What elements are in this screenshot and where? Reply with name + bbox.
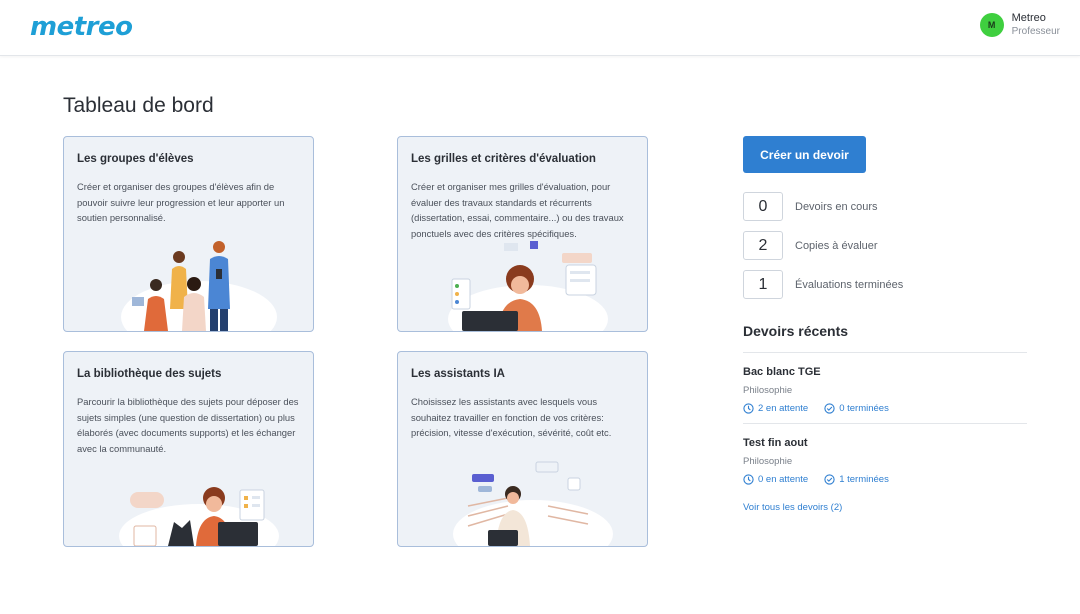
- pending-count: 2 en attente: [758, 403, 809, 414]
- stat-value: 2: [743, 231, 783, 260]
- create-homework-button[interactable]: Créer un devoir: [743, 136, 866, 173]
- stat-homework-in-progress[interactable]: 0 Devoirs en cours: [743, 192, 878, 221]
- check-circle-icon: [824, 474, 835, 485]
- homework-title: Test fin aout: [743, 437, 808, 449]
- user-menu[interactable]: M Metreo Professeur: [979, 12, 1060, 38]
- stat-label: Évaluations terminées: [795, 278, 904, 291]
- divider: [743, 352, 1027, 353]
- card-subject-library[interactable]: La bibliothèque des sujets Parcourir la …: [63, 351, 314, 547]
- card-title: Les groupes d'élèves: [77, 153, 194, 165]
- library-illustration-icon: [119, 487, 279, 546]
- homework-subject: Philosophie: [743, 456, 793, 467]
- divider: [743, 423, 1027, 424]
- clock-icon: [743, 403, 754, 414]
- homework-subject: Philosophie: [743, 385, 793, 396]
- pending-count: 0 en attente: [758, 474, 809, 485]
- stat-copies-to-grade[interactable]: 2 Copies à évaluer: [743, 231, 878, 260]
- card-description: Créer et organiser des groupes d'élèves …: [77, 181, 285, 223]
- stat-label: Copies à évaluer: [795, 239, 878, 252]
- recent-homework-title: Devoirs récents: [743, 323, 849, 339]
- top-bar: metreo M Metreo Professeur: [0, 0, 1080, 56]
- card-description: Créer et organiser mes grilles d'évaluat…: [411, 181, 624, 239]
- recent-homework-item[interactable]: Test fin aout Philosophie 0 en attente 1…: [743, 437, 1027, 485]
- done-count: 0 terminées: [839, 403, 889, 414]
- recent-homework-item[interactable]: Bac blanc TGE Philosophie 2 en attente 0…: [743, 366, 1027, 414]
- user-info: Metreo Professeur: [1012, 12, 1060, 38]
- stat-completed-evaluations[interactable]: 1 Évaluations terminées: [743, 270, 903, 299]
- card-ai-assistants[interactable]: Les assistants IA Choisissez les assista…: [397, 351, 648, 547]
- stat-value: 0: [743, 192, 783, 221]
- check-circle-icon: [824, 403, 835, 414]
- homework-status: 2 en attente 0 terminées: [743, 403, 1027, 414]
- clock-icon: [743, 474, 754, 485]
- card-description: Choisissez les assistants avec lesquels …: [411, 396, 612, 438]
- avatar[interactable]: M: [979, 13, 1004, 37]
- stat-value: 1: [743, 270, 783, 299]
- students-illustration-icon: [121, 241, 277, 331]
- card-student-groups[interactable]: Les groupes d'élèves Créer et organiser …: [63, 136, 314, 332]
- see-all-homework-link[interactable]: Voir tous les devoirs (2): [743, 502, 842, 513]
- card-title: Les assistants IA: [411, 368, 505, 380]
- ai-assistant-illustration-icon: [453, 461, 613, 546]
- user-name: Metreo: [1011, 12, 1046, 24]
- page-title: Tableau de bord: [63, 94, 214, 117]
- card-title: Les grilles et critères d'évaluation: [411, 153, 596, 165]
- rubric-illustration-icon: [448, 241, 608, 331]
- user-role: Professeur: [1011, 26, 1060, 37]
- homework-status: 0 en attente 1 terminées: [743, 474, 1027, 485]
- card-grading-rubrics[interactable]: Les grilles et critères d'évaluation Cré…: [397, 136, 648, 332]
- homework-title: Bac blanc TGE: [743, 366, 821, 378]
- metreo-logo[interactable]: metreo: [30, 12, 133, 42]
- card-description: Parcourir la bibliothèque des sujets pou…: [77, 396, 299, 454]
- stat-label: Devoirs en cours: [795, 200, 878, 213]
- done-count: 1 terminées: [839, 474, 889, 485]
- card-title: La bibliothèque des sujets: [77, 368, 222, 380]
